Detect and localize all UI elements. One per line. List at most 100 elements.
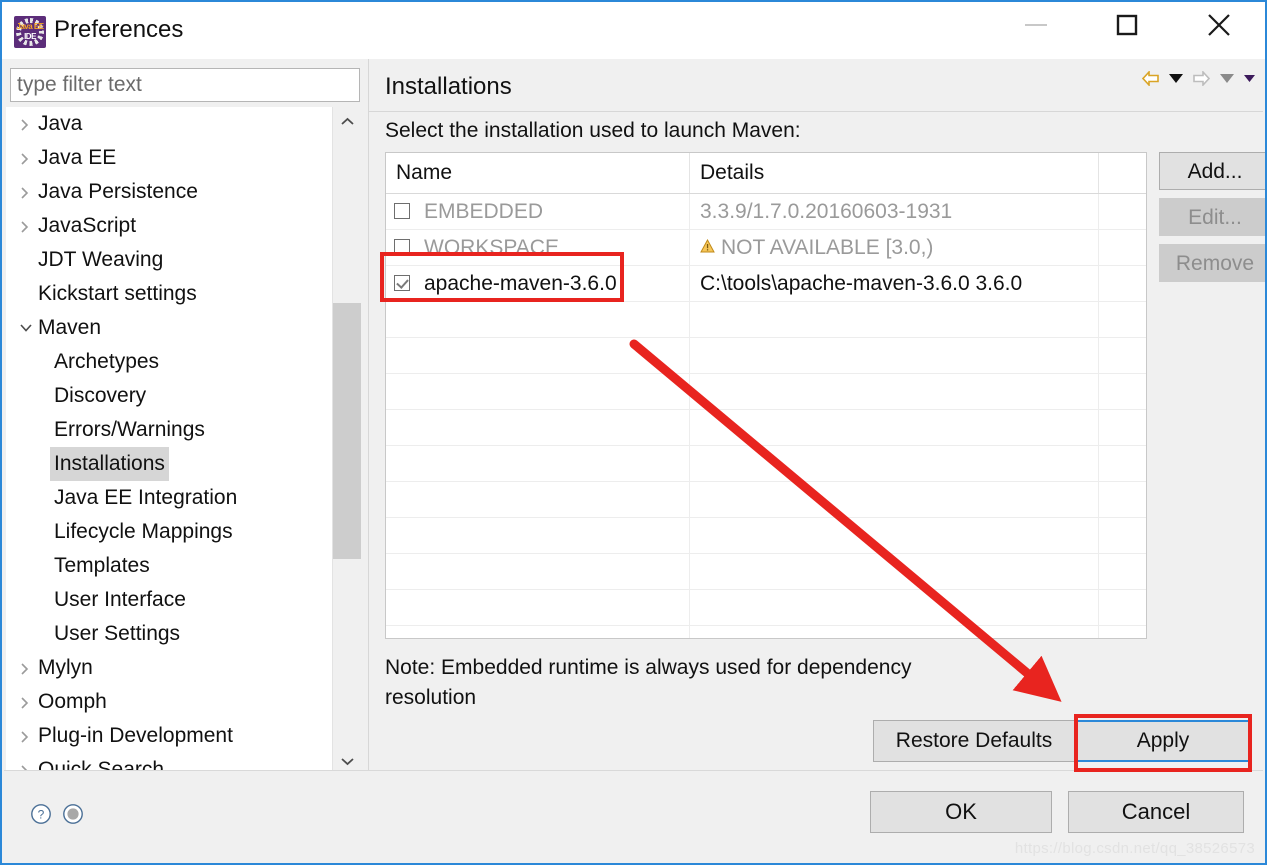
chevron-right-icon[interactable] [20, 651, 34, 685]
sidebar-item-java-ee-integration[interactable]: Java EE Integration [6, 481, 332, 515]
note-line-2: resolution [385, 686, 477, 709]
scrollbar-thumb[interactable] [333, 303, 361, 559]
ok-button[interactable]: OK [870, 791, 1052, 833]
cell-details[interactable]: 3.3.9/1.7.0.20160603-1931 [689, 194, 1098, 229]
filled-circle-icon[interactable] [62, 803, 84, 825]
pane-nav-icons [1142, 71, 1255, 86]
back-arrow-icon[interactable] [1142, 71, 1159, 86]
installation-details: 3.3.9/1.7.0.20160603-1931 [700, 200, 953, 223]
row-checkbox[interactable] [394, 274, 410, 291]
sidebar-item-archetypes[interactable]: Archetypes [6, 345, 332, 379]
pane-instruction: Select the installation used to launch M… [385, 119, 801, 142]
note-line-1: Note: Embedded runtime is always used fo… [385, 656, 912, 679]
sidebar-item-templates[interactable]: Templates [6, 549, 332, 583]
table-row[interactable]: EMBEDDED 3.3.9/1.7.0.20160603-1931 [386, 194, 1146, 230]
icon-label-javaee: Java EE [16, 22, 44, 31]
sidebar-item-label: Oomph [38, 690, 107, 713]
search-input[interactable] [11, 69, 359, 101]
sidebar-item-label: Java Persistence [38, 180, 198, 203]
sidebar-item-java-ee[interactable]: Java EE [6, 141, 332, 175]
table-row-empty [386, 482, 1146, 518]
row-checkbox[interactable] [394, 238, 410, 255]
add-button[interactable]: Add... [1159, 152, 1265, 190]
preferences-tree[interactable]: Java Java EE Java Persistence JavaScript JDT… [6, 107, 332, 775]
sidebar-item-jdt-weaving[interactable]: JDT Weaving [6, 243, 332, 277]
installation-name: EMBEDDED [424, 200, 544, 223]
cell-name[interactable]: WORKSPACE [386, 230, 689, 265]
cell-name[interactable]: apache-maven-3.6.0 [386, 266, 689, 301]
table-row[interactable]: apache-maven-3.6.0 C:\tools\apache-maven-… [386, 266, 1146, 302]
cell-extra [1098, 194, 1146, 229]
chevron-right-icon[interactable] [20, 141, 34, 175]
restore-defaults-button[interactable]: Restore Defaults [873, 720, 1075, 762]
column-header-extra[interactable] [1098, 153, 1146, 193]
table-row-empty [386, 554, 1146, 590]
sidebar-item-label: Errors/Warnings [54, 418, 205, 441]
sidebar-item-plug-in-development[interactable]: Plug-in Development [6, 719, 332, 753]
cell-name[interactable]: EMBEDDED [386, 194, 689, 229]
sidebar-item-javascript[interactable]: JavaScript [6, 209, 332, 243]
cell-details [689, 374, 1098, 409]
sidebar-item-user-interface[interactable]: User Interface [6, 583, 332, 617]
table-action-buttons: Add... Edit... Remove [1159, 152, 1265, 290]
cell-extra [1098, 554, 1146, 589]
cell-extra [1098, 446, 1146, 481]
sidebar-item-user-settings[interactable]: User Settings [6, 617, 332, 651]
cell-extra [1098, 266, 1146, 301]
chevron-right-icon[interactable] [20, 175, 34, 209]
sidebar-item-mylyn[interactable]: Mylyn [6, 651, 332, 685]
cell-details[interactable]: C:\tools\apache-maven-3.6.0 3.6.0 [689, 266, 1098, 301]
sidebar-item-kickstart-settings[interactable]: Kickstart settings [6, 277, 332, 311]
minimize-button[interactable] [1005, 2, 1067, 48]
help-circle-icon[interactable]: ? [30, 803, 52, 825]
title-bar: Java EE IDE Preferences [2, 2, 1265, 59]
view-menu-icon[interactable] [1244, 75, 1255, 82]
column-header-details[interactable]: Details [689, 153, 1098, 193]
chevron-right-icon[interactable] [20, 685, 34, 719]
row-checkbox[interactable] [394, 202, 410, 219]
cell-name [386, 302, 689, 337]
chevron-up-icon[interactable] [333, 107, 361, 135]
maximize-button[interactable] [1096, 2, 1158, 48]
sidebar-item-label: Discovery [54, 384, 147, 407]
cancel-button[interactable]: Cancel [1068, 791, 1244, 833]
table-row-empty [386, 374, 1146, 410]
installations-table[interactable]: Name Details EMBEDDED 3.3.9/1.7.0.2016060… [385, 152, 1147, 639]
cell-details [689, 590, 1098, 625]
cell-extra [1098, 482, 1146, 517]
column-header-name[interactable]: Name [386, 153, 689, 193]
sidebar-item-label: Lifecycle Mappings [54, 520, 233, 543]
sidebar-item-discovery[interactable]: Discovery [6, 379, 332, 413]
cell-name [386, 554, 689, 589]
sidebar-item-java-persistence[interactable]: Java Persistence [6, 175, 332, 209]
chevron-right-icon[interactable] [20, 719, 34, 753]
sidebar-item-maven[interactable]: Maven [6, 311, 332, 345]
filter-input-wrapper[interactable] [10, 68, 360, 102]
cell-details[interactable]: NOT AVAILABLE [3.0,) [689, 230, 1098, 265]
back-dropdown-icon[interactable] [1169, 74, 1183, 83]
close-button[interactable] [1188, 2, 1250, 48]
sidebar-item-label: Java EE [38, 146, 117, 169]
table-row-empty [386, 410, 1146, 446]
tree-scrollbar[interactable] [332, 107, 361, 775]
cell-details [689, 446, 1098, 481]
cell-name [386, 626, 689, 638]
cell-details [689, 482, 1098, 517]
sidebar-item-oomph[interactable]: Oomph [6, 685, 332, 719]
chevron-right-icon[interactable] [20, 209, 34, 243]
cell-name [386, 518, 689, 553]
chevron-down-icon[interactable] [20, 311, 34, 345]
cell-extra [1098, 518, 1146, 553]
table-row-empty [386, 518, 1146, 554]
chevron-right-icon[interactable] [20, 107, 34, 141]
warning-icon [700, 229, 715, 264]
apply-button[interactable]: Apply [1075, 720, 1251, 762]
sidebar-item-lifecycle-mappings[interactable]: Lifecycle Mappings [6, 515, 332, 549]
table-row-empty [386, 302, 1146, 338]
sidebar-item-installations[interactable]: Installations [6, 447, 332, 481]
sidebar-item-label: User Settings [54, 622, 181, 645]
table-row[interactable]: WORKSPACE NOT AVAILABLE [3.0,) [386, 230, 1146, 266]
sidebar-item-errors-warnings[interactable]: Errors/Warnings [6, 413, 332, 447]
cell-name [386, 410, 689, 445]
sidebar-item-java[interactable]: Java [6, 107, 332, 141]
